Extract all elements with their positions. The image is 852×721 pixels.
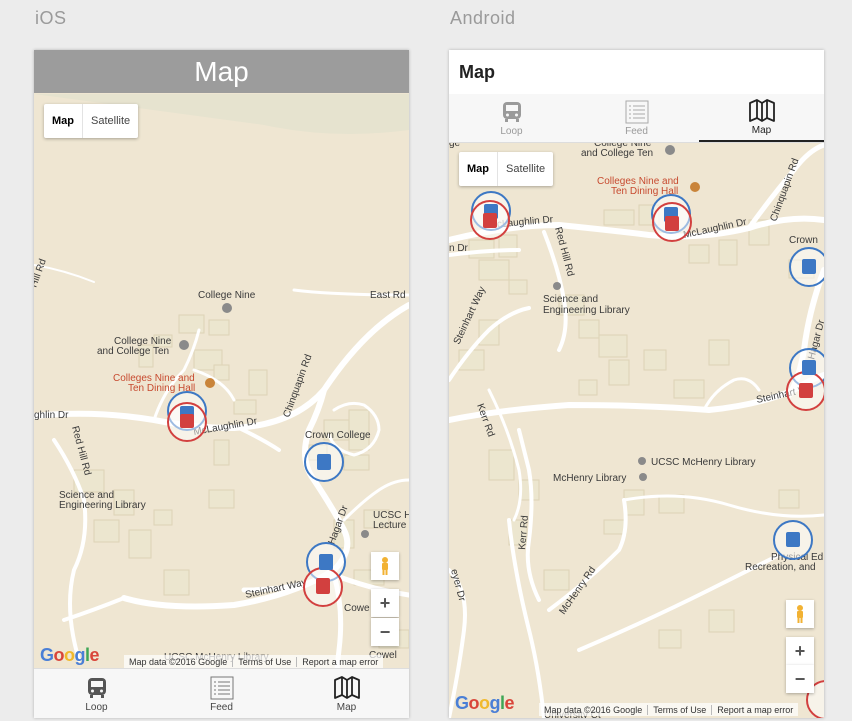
android-tab-bar: Loop Feed Map [449, 94, 824, 143]
map-type-map[interactable]: Map [44, 104, 83, 138]
report-link[interactable]: Report a map error [711, 704, 798, 715]
map-label-crown: Crown College [305, 430, 371, 441]
ios-tab-loop[interactable]: Loop [34, 669, 159, 718]
map-label-ucsc-2: Lecture [373, 520, 407, 531]
grad-cap-icon [665, 145, 675, 155]
book-icon [361, 530, 369, 538]
ios-phone: College Nine College Nine and College Te… [34, 50, 409, 718]
android-map-footer: Map data ©2016 Google Terms of Use Repor… [539, 703, 799, 716]
map-data-text: Map data ©2016 Google [129, 656, 228, 667]
fork-knife-icon [205, 378, 215, 388]
bus-stop-marker[interactable] [167, 391, 207, 442]
grad-cap-icon [639, 473, 647, 481]
ios-map-footer: Map data ©2016 Google Terms of Use Repor… [124, 655, 384, 668]
map-label-nine-ten-2: and College Ten [97, 346, 169, 357]
android-tab-loop[interactable]: Loop [449, 94, 574, 142]
bus-stop-marker[interactable] [304, 442, 344, 482]
map-type-map[interactable]: Map [459, 152, 498, 186]
map-label-ucsc-mchenry: UCSC McHenry Library [651, 457, 755, 468]
map-label-college-nine: College Nine [198, 290, 256, 301]
map-type-satellite[interactable]: Satellite [498, 152, 553, 186]
ios-tab-feed[interactable]: Feed [159, 669, 284, 718]
map-label-science-1: Science and [543, 294, 598, 305]
bus-stop-marker[interactable] [773, 520, 813, 560]
report-link[interactable]: Report a map error [296, 656, 383, 667]
book-icon [638, 457, 646, 465]
list-icon [210, 676, 233, 699]
ios-header: Map [34, 50, 409, 93]
map-icon [748, 98, 775, 122]
android-tab-loop-label: Loop [500, 125, 523, 137]
map-label-science-2: Engineering Library [543, 305, 630, 316]
terms-link[interactable]: Terms of Use [647, 704, 711, 715]
fork-knife-icon [690, 182, 700, 192]
pegman-icon[interactable] [371, 552, 399, 580]
ios-tab-map[interactable]: Map [284, 669, 409, 718]
map-type-satellite[interactable]: Satellite [83, 104, 138, 138]
zoom-in-button[interactable]: + [786, 637, 814, 665]
road-label-n-dr: n Dr [449, 243, 469, 254]
grad-cap-icon [222, 303, 232, 313]
ios-map-type-control: Map Satellite [44, 104, 139, 138]
bus-icon [502, 101, 521, 122]
ios-header-title: Map [194, 55, 249, 87]
grad-cap-icon [179, 340, 189, 350]
android-phone: as ge College Nine and College Ten Colle… [449, 50, 824, 718]
map-label-crown: Crown [789, 235, 818, 246]
book-icon [553, 282, 561, 290]
bus-stop-marker[interactable] [789, 247, 824, 287]
android-tab-feed[interactable]: Feed [574, 94, 699, 142]
google-logo: Google [455, 693, 515, 713]
android-map-type-control: Map Satellite [459, 152, 554, 186]
android-map[interactable]: as ge College Nine and College Ten Colle… [449, 50, 824, 718]
android-tab-map-label: Map [751, 124, 772, 136]
map-label-science-2: Engineering Library [59, 500, 146, 511]
bus-stop-marker[interactable] [786, 348, 824, 411]
bus-stop-marker[interactable] [470, 191, 511, 240]
ios-tab-bar: Loop Feed Map [34, 668, 409, 718]
google-logo: Google [40, 645, 100, 665]
zoom-out-button[interactable]: − [786, 665, 814, 693]
road-label-east: East Rd [370, 290, 406, 301]
map-label-cowell-1: Cowe [344, 603, 370, 614]
ios-label: iOS [35, 8, 67, 28]
terms-link[interactable]: Terms of Use [232, 656, 296, 667]
road-label-mclaughlin-left: ghlin Dr [34, 410, 69, 421]
android-tab-map[interactable]: Map [699, 94, 824, 142]
map-data-text: Map data ©2016 Google [544, 704, 643, 715]
ios-map[interactable]: College Nine College Nine and College Te… [34, 50, 409, 718]
bus-stop-marker[interactable] [303, 542, 346, 607]
ios-tab-map-label: Map [336, 701, 357, 713]
map-label-mchenry: McHenry Library [553, 473, 626, 484]
android-tab-feed-label: Feed [625, 125, 648, 137]
bus-icon [87, 677, 106, 698]
android-app-bar: Map [449, 50, 824, 94]
ios-tab-loop-label: Loop [85, 701, 108, 713]
bus-stop-marker[interactable] [651, 194, 692, 242]
ios-tab-feed-label: Feed [210, 701, 233, 713]
zoom-out-button[interactable]: − [371, 618, 399, 646]
zoom-in-button[interactable]: + [371, 589, 399, 617]
android-title: Map [459, 62, 495, 82]
map-label-nine-ten-2: and College Ten [581, 148, 653, 159]
map-icon [333, 675, 360, 699]
pegman-icon[interactable] [786, 600, 814, 628]
map-label-phys-2: Recreation, and [745, 562, 816, 573]
list-icon [625, 100, 648, 123]
android-label: Android [450, 8, 516, 28]
